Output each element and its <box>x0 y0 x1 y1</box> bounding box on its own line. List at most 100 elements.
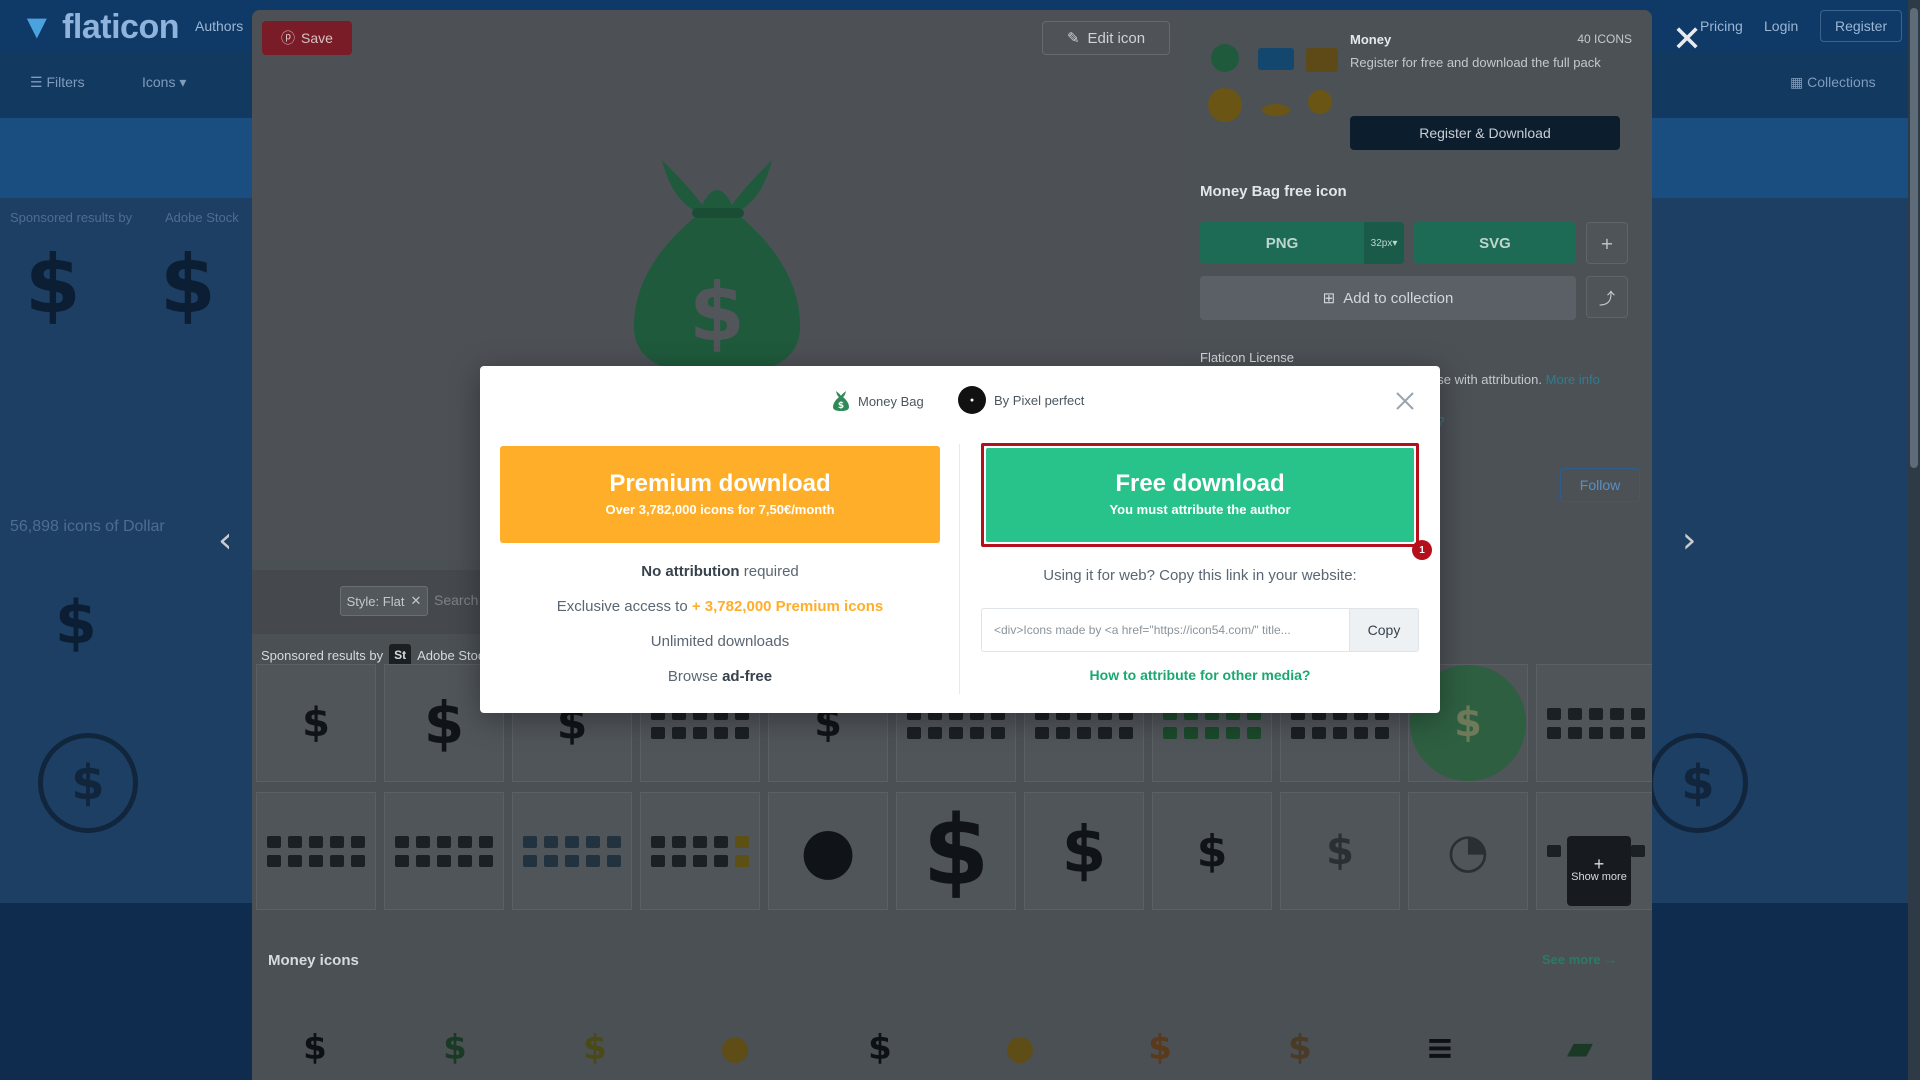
share-icon: ⤴ <box>1598 289 1615 308</box>
result-tile[interactable]: $ <box>1152 792 1272 910</box>
step-number-badge: 1 <box>1412 540 1432 560</box>
free-download-highlight: Free download You must attribute the aut… <box>981 443 1419 547</box>
coin-stack-icon[interactable]: ≡ <box>1407 1015 1473 1080</box>
register-download-button[interactable]: Register & Download <box>1350 116 1620 150</box>
icon-title: Money Bag free icon <box>1200 183 1347 200</box>
money-icons-heading: Money icons <box>268 952 359 969</box>
edit-icon-button[interactable]: ✎ Edit icon <box>1042 21 1170 55</box>
copy-button[interactable]: Copy <box>1349 608 1419 652</box>
png-size-dropdown[interactable]: 32px ▾ <box>1364 222 1404 264</box>
result-tile[interactable] <box>384 792 504 910</box>
modal-icon-name: $ Money Bag <box>832 390 924 412</box>
money-bag-icon: $ <box>633 160 801 375</box>
money-bag-icon: $ <box>833 391 849 411</box>
web-attribution-label: Using it for web? Copy this link in your… <box>1043 567 1357 584</box>
sponsored-results-label: Sponsored results by St Adobe Stock <box>261 644 491 666</box>
attribution-link-field[interactable]: <div>Icons made by <a href="https://icon… <box>981 608 1349 652</box>
share-button[interactable]: ⤴ <box>1586 276 1628 318</box>
plus-icon: + <box>1593 854 1605 874</box>
piggy-bank-icon: ◔ <box>1447 823 1489 879</box>
close-panel-icon[interactable]: ✕ <box>1672 22 1702 58</box>
previous-icon-arrow[interactable]: ‹ <box>218 520 232 561</box>
filters-button[interactable]: ☰ Filters <box>30 74 85 91</box>
money-growth-icon[interactable]: $ <box>562 1015 628 1080</box>
dollar-coin-icon[interactable]: $ <box>282 1015 348 1080</box>
nav-pricing[interactable]: Pricing <box>1700 18 1743 34</box>
pack-count: 40 ICONS <box>1577 32 1632 46</box>
png-download-button[interactable]: PNG 32px ▾ <box>1200 222 1404 264</box>
flaticon-logo[interactable]: ▼ flaticon <box>20 8 180 47</box>
pack-preview[interactable] <box>1200 30 1345 130</box>
style-filter-chip[interactable]: Style: Flat ✕ <box>340 586 428 616</box>
result-tile[interactable] <box>1536 664 1652 782</box>
svg-download-button[interactable]: SVG <box>1414 222 1576 264</box>
svg-text:$: $ <box>838 401 844 411</box>
dollar-icon: $ <box>922 795 990 907</box>
pencil-icon: ✎ <box>1066 30 1080 47</box>
modal-divider <box>959 444 960 694</box>
page-scrollbar[interactable] <box>1908 0 1920 1080</box>
nav-login[interactable]: Login <box>1764 18 1798 34</box>
results-count: 56,898 icons of Dollar <box>10 518 165 535</box>
money-bag-icon: $ <box>1061 814 1107 888</box>
hand-money-icon: $ <box>1196 825 1228 877</box>
dollar-icon[interactable]: $ <box>25 238 81 331</box>
feature-no-attribution: No attribution required <box>641 563 799 580</box>
icon-set-thumbnail <box>651 835 749 867</box>
result-tile[interactable] <box>256 792 376 910</box>
dollar-coin-icon[interactable]: $ <box>1648 733 1748 833</box>
icon-set-thumbnail <box>1547 707 1645 739</box>
free-download-button[interactable]: Free download You must attribute the aut… <box>986 448 1414 542</box>
close-modal-icon[interactable] <box>1394 390 1416 412</box>
scrollbar-thumb[interactable] <box>1910 8 1918 468</box>
hand-money-bag-icon[interactable]: $ <box>1267 1015 1333 1080</box>
money-bag-coins-icon[interactable]: $ <box>1127 1015 1193 1080</box>
close-icon[interactable]: ✕ <box>410 593 421 609</box>
feature-exclusive-access: Exclusive access to + 3,782,000 Premium … <box>556 598 884 615</box>
cash-stack-icon[interactable]: ▰ <box>1547 1015 1613 1080</box>
gold-coin-icon[interactable]: ● <box>987 1015 1053 1080</box>
modal-author[interactable]: ● By Pixel perfect <box>958 386 1084 414</box>
collections-link[interactable]: ▦ Collections <box>1790 74 1876 91</box>
pack-title[interactable]: Money <box>1350 32 1391 47</box>
result-tile[interactable]: ● <box>768 792 888 910</box>
hand-coin-icon: $ <box>302 700 330 746</box>
next-icon-arrow[interactable]: › <box>1682 520 1696 561</box>
related-search-input[interactable]: Search <box>434 592 478 608</box>
add-to-collection-button[interactable]: ⊞ Add to collection <box>1200 276 1576 320</box>
more-formats-button[interactable]: + <box>1586 222 1628 264</box>
sponsored-label: Sponsored results by <box>10 210 133 225</box>
coins-icon[interactable]: ● <box>702 1015 768 1080</box>
result-tile[interactable] <box>512 792 632 910</box>
money-bag-outline-icon[interactable]: $ <box>847 1015 913 1080</box>
dollar-icon[interactable]: $ <box>160 238 216 331</box>
dollar-coin-icon[interactable]: $ <box>38 733 138 833</box>
hand-coin-icon: $ <box>1326 828 1354 874</box>
result-tile[interactable]: $ <box>896 792 1016 910</box>
plus-icon: + <box>1600 233 1614 253</box>
follow-author-button[interactable]: Follow <box>1560 468 1640 502</box>
license-text: ose with attribution. More info <box>1430 372 1600 387</box>
premium-download-button[interactable]: Premium download Over 3,782,000 icons fo… <box>500 446 940 543</box>
show-more-button[interactable]: + Show more <box>1567 836 1631 906</box>
more-info-link[interactable]: More info <box>1546 372 1600 387</box>
result-tile[interactable]: $ <box>1280 792 1400 910</box>
attribution-help-link[interactable]: How to attribute for other media? <box>981 667 1419 683</box>
pinterest-save-button[interactable]: ⓟ Save <box>262 21 352 55</box>
result-tile[interactable]: ◔ <box>1408 792 1528 910</box>
author-avatar: ● <box>958 386 986 414</box>
download-modal: $ Money Bag ● By Pixel perfect Premium d… <box>480 366 1440 713</box>
result-tile[interactable]: $ <box>256 664 376 782</box>
svg-text:$: $ <box>689 266 745 359</box>
banknotes-icon[interactable]: $ <box>422 1015 488 1080</box>
dollar-icon[interactable]: $ <box>55 588 97 658</box>
nav-authors[interactable]: Authors <box>195 18 243 34</box>
icons-dropdown[interactable]: Icons ▾ <box>142 74 186 91</box>
icon-set-thumbnail <box>267 835 365 867</box>
icon-set-thumbnail <box>395 835 493 867</box>
see-more-link[interactable]: See more → <box>1542 952 1617 967</box>
register-button[interactable]: Register <box>1820 10 1903 42</box>
result-tile[interactable] <box>640 792 760 910</box>
license-title: Flaticon License <box>1200 350 1294 365</box>
result-tile[interactable]: $ <box>1024 792 1144 910</box>
